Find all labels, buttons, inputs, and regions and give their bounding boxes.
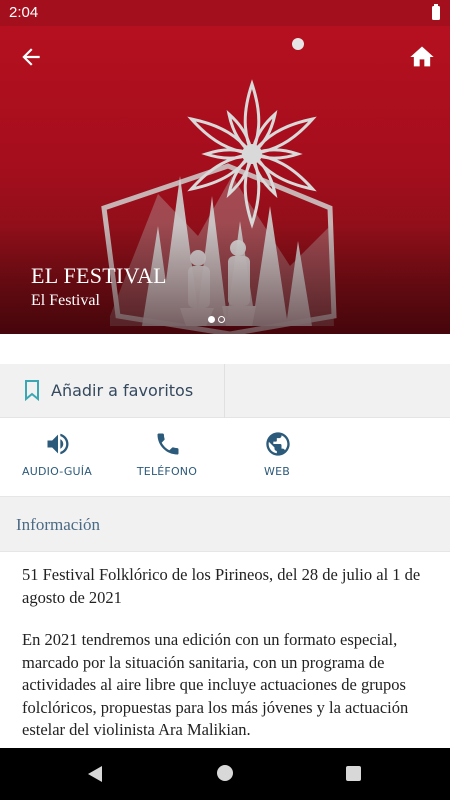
spacer: [0, 334, 450, 364]
favorites-label: Añadir a favoritos: [51, 381, 194, 400]
info-paragraph: En 2021 tendremos una edición con un for…: [22, 630, 409, 739]
back-arrow-icon[interactable]: [18, 44, 44, 70]
web-label: WEB: [264, 465, 290, 478]
audio-guide-button[interactable]: AUDIO-GUÍA: [2, 418, 112, 496]
globe-icon: [266, 432, 290, 456]
audio-guide-label: AUDIO-GUÍA: [22, 465, 92, 478]
bookmark-icon: [25, 380, 39, 401]
web-button[interactable]: WEB: [222, 418, 332, 496]
home-icon[interactable]: [408, 43, 436, 71]
nav-back-icon[interactable]: [86, 765, 104, 783]
section-title: Información: [16, 515, 101, 534]
info-section-header: Información: [0, 496, 450, 552]
battery-icon: [432, 4, 440, 20]
carousel-dot[interactable]: [218, 316, 225, 323]
system-nav-bar: [0, 748, 450, 800]
carousel-indicator: [208, 316, 225, 323]
status-bar: 2:04: [0, 0, 450, 26]
favorites-row: Añadir a favoritos: [0, 364, 450, 418]
carousel-dot-active[interactable]: [208, 316, 215, 323]
nav-recents-icon[interactable]: [346, 766, 361, 781]
speaker-icon: [47, 433, 69, 455]
hero-title: EL FESTIVAL: [31, 263, 167, 288]
status-time: 2:04: [9, 4, 39, 21]
hero-subtitle: El Festival: [31, 292, 100, 309]
info-content[interactable]: 51 Festival Folklórico de los Pirineos, …: [0, 552, 450, 748]
phone-label: TELÉFONO: [136, 465, 198, 478]
phone-button[interactable]: TELÉFONO: [112, 418, 222, 496]
action-bar: AUDIO-GUÍA TELÉFONO WEB: [0, 418, 450, 496]
add-to-favorites-button[interactable]: Añadir a favoritos: [0, 364, 225, 418]
nav-home-icon[interactable]: [217, 765, 233, 781]
info-paragraph: 51 Festival Folklórico de los Pirineos, …: [22, 565, 421, 607]
phone-icon: [157, 433, 179, 455]
hero-carousel[interactable]: EL FESTIVAL El Festival: [0, 26, 450, 334]
